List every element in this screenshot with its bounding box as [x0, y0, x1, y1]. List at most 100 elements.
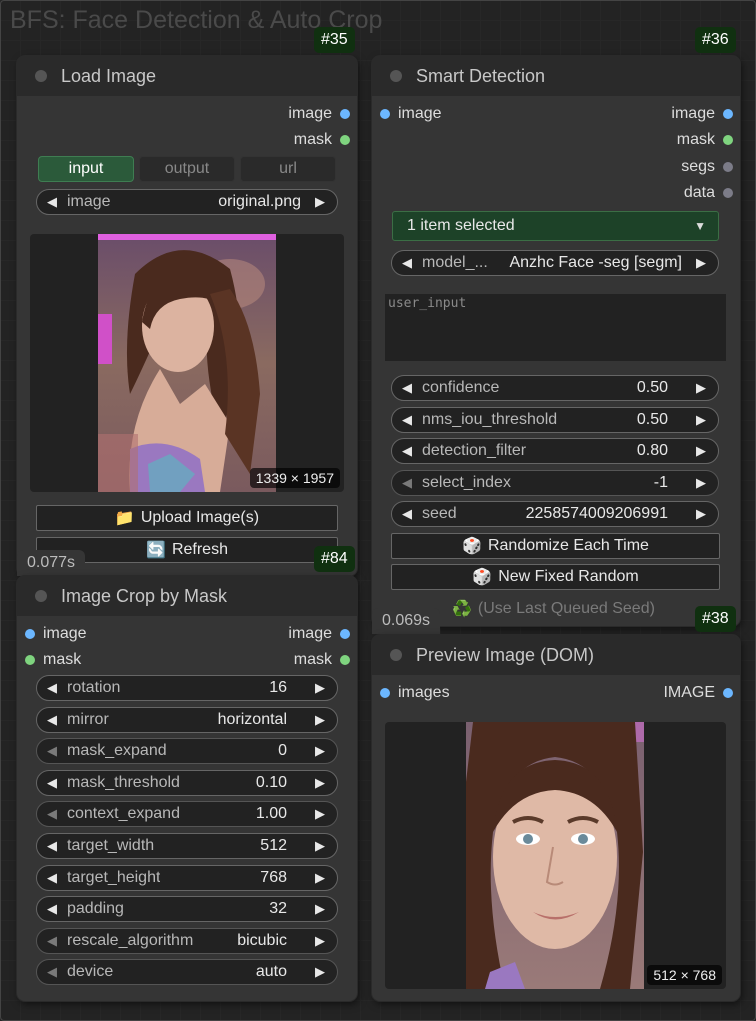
decrement-arrow-icon[interactable]: ◀ [41, 680, 63, 696]
decrement-arrow-icon[interactable]: ◀ [396, 255, 418, 271]
increment-arrow-icon[interactable]: ▶ [309, 806, 331, 822]
tab-url[interactable]: url [240, 156, 336, 182]
multi-select-dropdown[interactable]: 1 item selected ▼ [392, 211, 719, 241]
image-preview[interactable]: 1339 × 1957 [30, 234, 344, 492]
increment-arrow-icon[interactable]: ▶ [690, 412, 712, 428]
decrement-arrow-icon[interactable]: ◀ [396, 475, 418, 491]
output-slot-image[interactable]: image [671, 104, 733, 124]
collapse-dot[interactable] [35, 590, 47, 602]
increment-arrow-icon[interactable]: ▶ [690, 475, 712, 491]
increment-arrow-icon[interactable]: ▶ [690, 443, 712, 459]
mask-threshold-widget[interactable]: ◀ mask_threshold 0.10 ▶ [36, 770, 338, 796]
increment-arrow-icon[interactable]: ▶ [309, 933, 331, 949]
decrement-arrow-icon[interactable]: ◀ [41, 712, 63, 728]
slot-dot[interactable] [340, 629, 350, 639]
increment-arrow-icon[interactable]: ▶ [309, 838, 331, 854]
slot-dot[interactable] [723, 688, 733, 698]
increment-arrow-icon[interactable]: ▶ [309, 712, 331, 728]
user-input-textarea[interactable] [385, 294, 726, 361]
output-slot-mask[interactable]: mask [677, 130, 733, 150]
image-crop-by-mask-node[interactable]: Image Crop by Mask image mask image mask… [17, 576, 357, 1001]
increment-arrow-icon[interactable]: ▶ [309, 870, 331, 886]
slot-dot[interactable] [25, 655, 35, 665]
output-slot-image[interactable]: image [288, 624, 350, 644]
decrement-arrow-icon[interactable]: ◀ [41, 838, 63, 854]
increment-arrow-icon[interactable]: ▶ [690, 255, 712, 271]
increment-arrow-icon[interactable]: ▶ [690, 380, 712, 396]
output-slot-mask[interactable]: mask [294, 650, 350, 670]
device-widget[interactable]: ◀ device auto ▶ [36, 959, 338, 985]
increment-arrow-icon[interactable]: ▶ [309, 743, 331, 759]
collapse-dot[interactable] [390, 70, 402, 82]
output-slot-mask[interactable]: mask [294, 130, 350, 150]
collapse-dot[interactable] [390, 649, 402, 661]
node-title-bar[interactable]: Smart Detection [372, 56, 740, 96]
output-slot-image[interactable]: IMAGE [663, 683, 733, 703]
rotation-widget[interactable]: ◀ rotation 16 ▶ [36, 675, 338, 701]
input-slot-image[interactable]: image [380, 104, 442, 124]
tab-input[interactable]: input [38, 156, 134, 182]
preview-image-node[interactable]: Preview Image (DOM) images IMAGE 512 × 7… [372, 635, 740, 1001]
increment-arrow-icon[interactable]: ▶ [690, 506, 712, 522]
input-slot-image[interactable]: image [25, 624, 87, 644]
smart-detection-node[interactable]: Smart Detection image image mask segs da… [372, 56, 740, 626]
upload-image-button[interactable]: 📁 Upload Image(s) [36, 505, 338, 531]
decrement-arrow-icon[interactable]: ◀ [41, 964, 63, 980]
decrement-arrow-icon[interactable]: ◀ [41, 806, 63, 822]
increment-arrow-icon[interactable]: ▶ [309, 775, 331, 791]
output-slot-segs[interactable]: segs [681, 157, 733, 177]
padding-widget[interactable]: ◀ padding 32 ▶ [36, 896, 338, 922]
slot-dot[interactable] [723, 188, 733, 198]
slot-dot[interactable] [723, 109, 733, 119]
load-image-node[interactable]: Load Image image mask input output url ◀… [17, 56, 357, 576]
mirror-widget[interactable]: ◀ mirror horizontal ▶ [36, 707, 338, 733]
decrement-arrow-icon[interactable]: ◀ [41, 870, 63, 886]
increment-arrow-icon[interactable]: ▶ [309, 901, 331, 917]
input-slot-mask[interactable]: mask [25, 650, 81, 670]
image-combo-widget[interactable]: ◀ image original.png ▶ [36, 189, 338, 215]
detection-filter-widget[interactable]: ◀ detection_filter 0.80 ▶ [391, 438, 719, 464]
node-title-bar[interactable]: Preview Image (DOM) [372, 635, 740, 675]
slot-dot[interactable] [723, 135, 733, 145]
slot-dot[interactable] [340, 135, 350, 145]
increment-arrow-icon[interactable]: ▶ [309, 964, 331, 980]
input-slot-images[interactable]: images [380, 683, 450, 703]
target-height-widget[interactable]: ◀ target_height 768 ▶ [36, 865, 338, 891]
decrement-arrow-icon[interactable]: ◀ [41, 901, 63, 917]
rescale-algorithm-widget[interactable]: ◀ rescale_algorithm bicubic ▶ [36, 928, 338, 954]
decrement-arrow-icon[interactable]: ◀ [41, 933, 63, 949]
node-title-bar[interactable]: Load Image [17, 56, 357, 96]
use-last-queued-seed-button[interactable]: ♻️ (Use Last Queued Seed) [452, 599, 655, 619]
decrement-arrow-icon[interactable]: ◀ [396, 506, 418, 522]
increment-arrow-icon[interactable]: ▶ [309, 194, 331, 210]
slot-dot[interactable] [25, 629, 35, 639]
decrement-arrow-icon[interactable]: ◀ [41, 775, 63, 791]
slot-dot[interactable] [723, 162, 733, 172]
target-width-widget[interactable]: ◀ target_width 512 ▶ [36, 833, 338, 859]
mask-expand-widget[interactable]: ◀ mask_expand 0 ▶ [36, 738, 338, 764]
node-title-bar[interactable]: Image Crop by Mask [17, 576, 357, 616]
output-slot-image[interactable]: image [288, 104, 350, 124]
increment-arrow-icon[interactable]: ▶ [309, 680, 331, 696]
model-combo-widget[interactable]: ◀ model_... Anzhc Face -seg [segm] ▶ [391, 250, 719, 276]
slot-dot[interactable] [340, 109, 350, 119]
decrement-arrow-icon[interactable]: ◀ [396, 443, 418, 459]
confidence-widget[interactable]: ◀ confidence 0.50 ▶ [391, 375, 719, 401]
slot-dot[interactable] [380, 109, 390, 119]
slot-dot[interactable] [340, 655, 350, 665]
decrement-arrow-icon[interactable]: ◀ [41, 743, 63, 759]
slot-dot[interactable] [380, 688, 390, 698]
nms-iou-threshold-widget[interactable]: ◀ nms_iou_threshold 0.50 ▶ [391, 407, 719, 433]
randomize-each-time-button[interactable]: 🎲 Randomize Each Time [391, 533, 720, 559]
decrement-arrow-icon[interactable]: ◀ [396, 412, 418, 428]
image-preview[interactable]: 512 × 768 [385, 722, 726, 989]
decrement-arrow-icon[interactable]: ◀ [396, 380, 418, 396]
context-expand-widget[interactable]: ◀ context_expand 1.00 ▶ [36, 801, 338, 827]
select-index-widget[interactable]: ◀ select_index -1 ▶ [391, 470, 719, 496]
output-slot-data[interactable]: data [684, 183, 733, 203]
tab-output[interactable]: output [139, 156, 235, 182]
decrement-arrow-icon[interactable]: ◀ [41, 194, 63, 210]
seed-widget[interactable]: ◀ seed 2258574009206991 ▶ [391, 501, 719, 527]
new-fixed-random-button[interactable]: 🎲 New Fixed Random [391, 564, 720, 590]
collapse-dot[interactable] [35, 70, 47, 82]
